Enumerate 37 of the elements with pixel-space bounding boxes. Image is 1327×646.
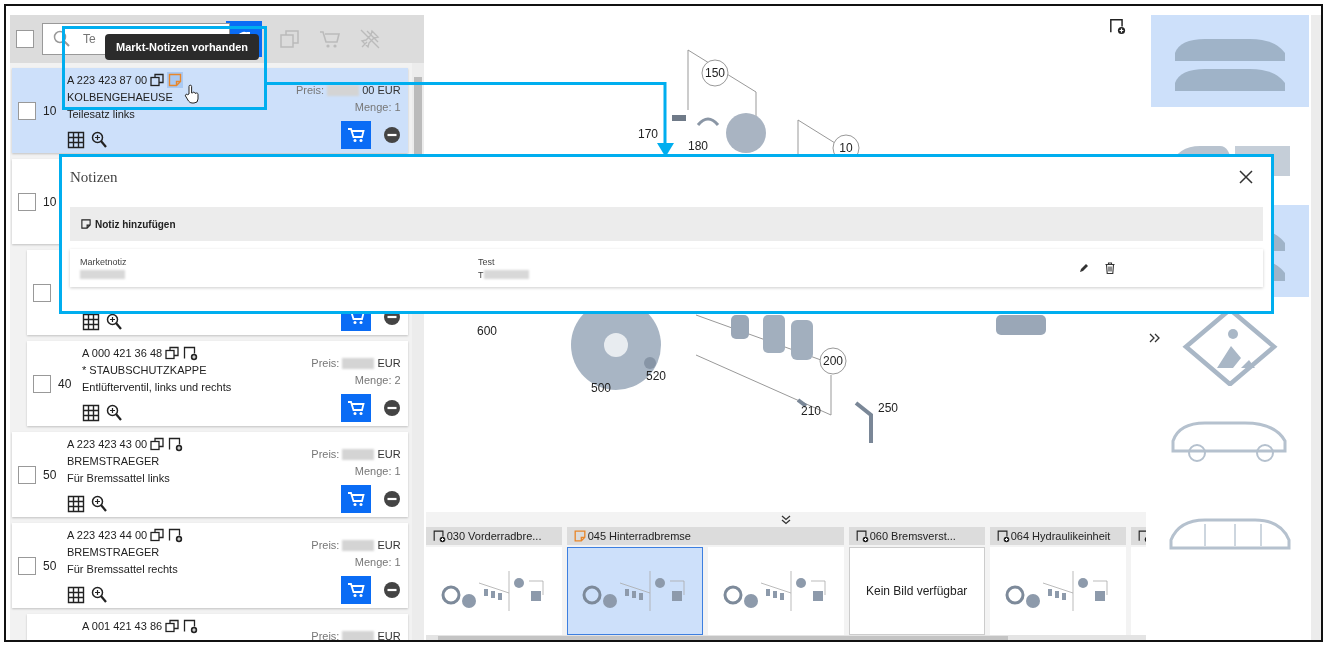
part-number: A 223 423 44 00: [67, 529, 148, 541]
quantity-text: Menge: 1: [354, 101, 401, 113]
position-number: 10: [43, 104, 57, 118]
price-currency: EUR: [377, 630, 401, 640]
part-number: A 001 421 43 86: [82, 620, 163, 632]
price-label: Preis:: [311, 630, 340, 640]
position-number: 50: [43, 559, 57, 573]
position-number: 10: [43, 195, 57, 209]
dialog-title: Notizen: [70, 168, 118, 186]
quantity-text: Menge: 1: [354, 556, 401, 568]
price-currency: EUR: [377, 448, 401, 460]
note-field-label: Test: [478, 256, 496, 267]
part-description: Für Bremssattel rechts: [67, 562, 178, 576]
note-field-label: Marketnotiz: [80, 256, 128, 267]
quantity-text: Menge: 2: [354, 374, 401, 386]
position-number: 40: [58, 377, 72, 391]
price-currency: EUR: [377, 357, 401, 369]
part-number: A 223 423 87 00: [67, 74, 148, 86]
note-field-value: T: [478, 269, 484, 280]
position-number: 50: [43, 468, 57, 482]
price-label: Preis:: [311, 357, 340, 369]
quantity-text: Menge: 1: [354, 465, 401, 477]
part-name: BREMSTRAEGER: [67, 454, 160, 468]
price-currency: EUR: [377, 539, 401, 551]
part-number: A 223 423 43 00: [67, 438, 148, 450]
part-description: Für Bremssattel links: [67, 471, 170, 485]
price-label: Preis:: [311, 448, 340, 460]
part-number: A 000 421 36 48: [82, 347, 163, 359]
part-name: * STAUBSCHUTZKAPPE: [82, 363, 207, 377]
price-label: Preis:: [311, 539, 340, 551]
tooltip: Markt-Notizen vorhanden: [105, 34, 259, 60]
part-name: BREMSTRAEGER: [67, 545, 160, 559]
part-name: KOLBENGEHAEUSE: [67, 90, 173, 104]
price-currency: 00 EUR: [362, 84, 401, 96]
price-label: Preis:: [296, 84, 325, 96]
part-description: Teilesatz links: [67, 107, 135, 121]
part-description: Entlüfterventil, links und rechts: [82, 380, 232, 394]
